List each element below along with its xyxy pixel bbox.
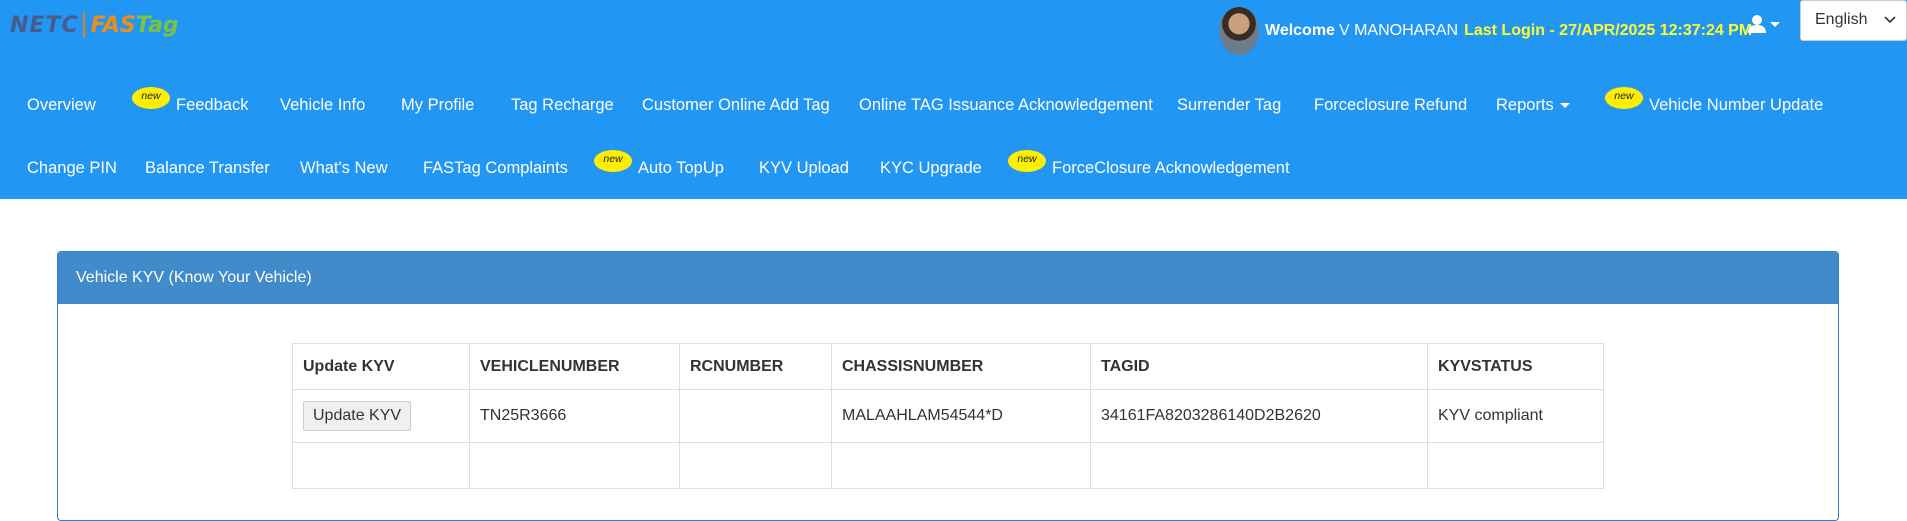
new-badge-label: new [1017, 153, 1037, 165]
user-info: Welcome V MANOHARAN Last Login - 27/APR/… [1219, 6, 1752, 56]
nav-whats-new[interactable]: What's New [300, 137, 388, 199]
rcnumber-cell [679, 389, 832, 443]
fastag-logo-text: FASTag [91, 13, 179, 38]
new-badge-label: new [1614, 90, 1634, 102]
chassisnumber-cell: MALAAHLAM54544*D [831, 389, 1091, 443]
avatar [1219, 7, 1259, 55]
empty-cell [292, 442, 470, 489]
nav-surrender-tag[interactable]: Surrender Tag [1177, 74, 1281, 136]
nav-vehicle-info[interactable]: Vehicle Info [280, 74, 365, 136]
nav-feedback[interactable]: Feedback [176, 74, 248, 136]
column-header: RCNUMBER [679, 343, 832, 390]
nav-customer-online-add-tag[interactable]: Customer Online Add Tag [642, 74, 830, 136]
kyvstatus-cell: KYV compliant [1427, 389, 1604, 443]
new-badge-label: new [141, 90, 161, 102]
nav-kyc-upgrade[interactable]: KYC Upgrade [880, 137, 982, 199]
column-header: TAGID [1090, 343, 1428, 390]
nav-tag-recharge[interactable]: Tag Recharge [511, 74, 614, 136]
nav-forceclosure-refund[interactable]: Forceclosure Refund [1314, 74, 1467, 136]
empty-cell [1427, 442, 1604, 489]
welcome-label: Welcome [1265, 22, 1335, 39]
nav-auto-topup[interactable]: Auto TopUp [638, 137, 724, 199]
new-badge: new [593, 149, 633, 173]
new-badge-label: new [603, 153, 623, 165]
language-selected: English [1815, 11, 1868, 28]
logo-separator [82, 12, 85, 38]
user-menu-toggle[interactable] [1747, 14, 1780, 34]
column-header: VEHICLENUMBER [469, 343, 680, 390]
update-kyv-cell: Update KYV [292, 389, 470, 443]
nav-fastag-complaints[interactable]: FASTag Complaints [423, 137, 568, 199]
table-row: Update KYV TN25R3666 MALAAHLAM54544*D 34… [292, 389, 1604, 443]
new-badge: new [1604, 86, 1644, 110]
nav-forceclosure-ack[interactable]: ForceClosure Acknowledgement [1052, 137, 1290, 199]
netc-logo-text: NETC [10, 12, 79, 38]
netc-fastag-logo[interactable]: NETC FASTag [10, 12, 179, 38]
table-header-row: Update KYV VEHICLENUMBER RCNUMBER CHASSI… [292, 343, 1604, 390]
column-header: CHASSISNUMBER [831, 343, 1091, 390]
last-login: Last Login - 27/APR/2025 12:37:24 PM [1464, 22, 1753, 39]
panel-title: Vehicle KYV (Know Your Vehicle) [58, 252, 1838, 304]
empty-cell [1090, 442, 1428, 489]
fastag-logo-tag: Tag [135, 12, 179, 38]
nav-reports-label: Reports [1496, 96, 1554, 114]
table-row-empty [292, 442, 1604, 489]
user-name: V MANOHARAN [1338, 22, 1459, 39]
tagid-cell: 34161FA8203286140D2B2620 [1090, 389, 1428, 443]
nav-kyv-upload[interactable]: KYV Upload [759, 137, 849, 199]
chevron-down-icon [1884, 16, 1896, 24]
nav-my-profile[interactable]: My Profile [401, 74, 474, 136]
nav-overview[interactable]: Overview [27, 74, 96, 136]
nav-online-tag-issuance-ack[interactable]: Online TAG Issuance Acknowledgement [859, 74, 1153, 136]
empty-cell [679, 442, 832, 489]
fastag-logo-fas: FAS [90, 12, 136, 38]
kyv-table: Update KYV VEHICLENUMBER RCNUMBER CHASSI… [292, 343, 1604, 489]
column-header: Update KYV [292, 343, 470, 390]
empty-cell [469, 442, 680, 489]
nav-vehicle-number-update[interactable]: Vehicle Number Update [1649, 74, 1823, 136]
nav-balance-transfer[interactable]: Balance Transfer [145, 137, 270, 199]
nav-change-pin[interactable]: Change PIN [27, 137, 117, 199]
user-icon [1748, 15, 1766, 33]
vehiclenumber-cell: TN25R3666 [469, 389, 680, 443]
new-badge: new [131, 86, 171, 110]
chevron-down-icon [1770, 21, 1780, 27]
update-kyv-button[interactable]: Update KYV [303, 401, 412, 431]
language-select[interactable]: English [1800, 0, 1907, 41]
new-badge: new [1007, 149, 1047, 173]
chevron-down-icon [1559, 103, 1570, 109]
column-header: KYVSTATUS [1427, 343, 1604, 390]
empty-cell [831, 442, 1091, 489]
top-navbar: NETC FASTag Welcome V MANOHARAN Last Log… [0, 0, 1907, 199]
nav-reports[interactable]: Reports [1496, 74, 1570, 136]
